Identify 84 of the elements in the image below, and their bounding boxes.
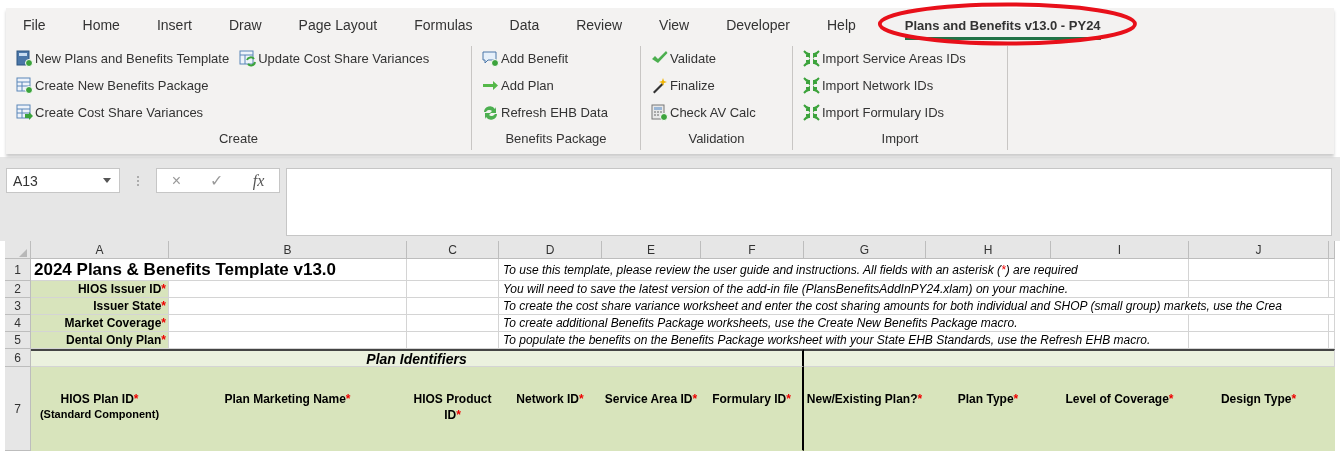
ribbon-tab[interactable]: Review bbox=[567, 8, 632, 42]
row-header[interactable]: 6 bbox=[5, 349, 31, 367]
column-heading: Network ID* bbox=[499, 367, 602, 451]
arrows-inward-icon bbox=[803, 76, 820, 94]
column-heading: Design Type* bbox=[1189, 367, 1329, 451]
calculator-icon bbox=[651, 103, 668, 121]
ribbon-tab[interactable]: View bbox=[650, 8, 699, 42]
grip-icon bbox=[136, 175, 140, 187]
ribbon-tab[interactable]: File bbox=[14, 8, 55, 42]
ribbon-command[interactable]: New Plans and Benefits Template bbox=[14, 46, 232, 70]
ribbon-tab[interactable]: Home bbox=[73, 8, 129, 42]
group-label: Create bbox=[218, 130, 259, 148]
arrows-inward-icon bbox=[803, 103, 820, 121]
field-label: Issuer State* bbox=[31, 298, 169, 315]
column-header[interactable]: G bbox=[804, 241, 926, 259]
column-header[interactable]: J bbox=[1189, 241, 1329, 259]
ribbon-command[interactable]: Create New Benefits Package bbox=[14, 73, 232, 97]
row-header[interactable]: 4 bbox=[5, 315, 31, 332]
ribbon-command[interactable]: Create Cost Share Variances bbox=[14, 100, 232, 124]
ribbon-command[interactable]: Finalize bbox=[649, 73, 758, 97]
column-heading: Formulary ID* bbox=[701, 367, 804, 451]
ribbon-command[interactable]: Add Benefit bbox=[480, 46, 610, 70]
ribbon-tab[interactable]: Developer bbox=[717, 8, 799, 42]
dropdown-icon bbox=[103, 178, 111, 183]
value-cell[interactable] bbox=[169, 281, 407, 298]
arrows-inward-icon bbox=[803, 49, 820, 67]
ribbon-command[interactable]: Import Formulary IDs bbox=[801, 100, 968, 124]
group-label: Benefits Package bbox=[504, 130, 608, 148]
formula-input[interactable] bbox=[286, 168, 1332, 236]
ribbon-command[interactable]: Update Cost Share Variances bbox=[237, 46, 432, 70]
ribbon-command[interactable]: Check AV Calc bbox=[649, 100, 758, 124]
ribbon-tab[interactable]: Formulas bbox=[405, 8, 482, 42]
ribbon-command[interactable]: Import Service Areas IDs bbox=[801, 46, 968, 70]
column-header[interactable]: E bbox=[602, 241, 701, 259]
table-refresh-icon bbox=[239, 49, 257, 67]
column-header[interactable]: C bbox=[407, 241, 499, 259]
column-header[interactable]: A bbox=[31, 241, 169, 259]
refresh-icon bbox=[482, 103, 499, 121]
table-add-icon bbox=[16, 76, 33, 94]
ribbon-tab[interactable]: Help bbox=[818, 8, 865, 42]
field-label: HIOS Issuer ID* bbox=[31, 281, 169, 298]
instruction-text: To populate the benefits on the Benefits Package worksheet with your State EHB Standards, use the Refresh EHB macro. bbox=[499, 332, 1189, 349]
field-label: Market Coverage* bbox=[31, 315, 169, 332]
column-heading: Level of Coverage* bbox=[1051, 367, 1189, 451]
comment-add-icon bbox=[482, 49, 499, 67]
ribbon-tab[interactable]: Draw bbox=[219, 8, 271, 42]
name-box[interactable]: A13 bbox=[6, 168, 120, 193]
value-cell[interactable] bbox=[169, 315, 407, 332]
insert-function-button[interactable]: fx bbox=[252, 171, 265, 190]
value-cell[interactable] bbox=[169, 298, 407, 315]
instruction-text: You will need to save the latest version of the add-in file (PlansBenefitsAddInPY24.xlam) on your machine. bbox=[499, 281, 1189, 298]
instruction-text: To create additional Benefits Package worksheets, use the Create New Benefits Package macro. bbox=[499, 315, 1189, 332]
column-header[interactable]: D bbox=[499, 241, 602, 259]
row-header[interactable]: 7 bbox=[5, 367, 31, 451]
section-header: Plan Identifiers bbox=[31, 349, 804, 367]
column-header[interactable]: I bbox=[1051, 241, 1189, 259]
column-heading: Plan Marketing Name* bbox=[169, 367, 407, 451]
select-all-icon[interactable] bbox=[19, 248, 27, 257]
group-label: Validation bbox=[687, 130, 746, 148]
ribbon-command[interactable]: Import Network IDs bbox=[801, 73, 968, 97]
document-icon bbox=[16, 49, 33, 67]
row-header[interactable]: 2 bbox=[5, 281, 31, 298]
column-header[interactable]: H bbox=[926, 241, 1051, 259]
row-header[interactable]: 5 bbox=[5, 332, 31, 349]
column-heading: Service Area ID* bbox=[602, 367, 701, 451]
column-heading: Plan Type* bbox=[926, 367, 1051, 451]
instruction-text: To create the cost share variance worksheet and enter the cost sharing amounts for both individual and SHOP (small group) markets, use the Crea bbox=[499, 298, 1335, 315]
column-heading: HIOS Plan ID* (Standard Component) bbox=[31, 367, 169, 451]
column-heading: HIOS Product ID* bbox=[407, 367, 499, 451]
group-label: Import bbox=[880, 130, 920, 148]
magic-wand-icon bbox=[651, 76, 668, 94]
field-label: Dental Only Plan* bbox=[31, 332, 169, 349]
row-header[interactable]: 1 bbox=[5, 259, 31, 281]
ribbon-command[interactable]: Add Plan bbox=[480, 73, 610, 97]
instruction-text: To use this template, please review the user guide and instructions. All fields with an asterisk (*) are required bbox=[499, 259, 1189, 281]
row-header[interactable]: 3 bbox=[5, 298, 31, 315]
ribbon-command[interactable]: Validate bbox=[649, 46, 758, 70]
column-header[interactable]: F bbox=[701, 241, 804, 259]
column-heading: New/Existing Plan?* bbox=[804, 367, 926, 451]
ribbon-tab[interactable]: Page Layout bbox=[289, 8, 387, 42]
ribbon-command[interactable]: Refresh EHB Data bbox=[480, 100, 610, 124]
column-header[interactable]: B bbox=[169, 241, 407, 259]
ribbon-tab[interactable]: Data bbox=[500, 8, 549, 42]
ribbon-tab[interactable]: Insert bbox=[147, 8, 201, 42]
